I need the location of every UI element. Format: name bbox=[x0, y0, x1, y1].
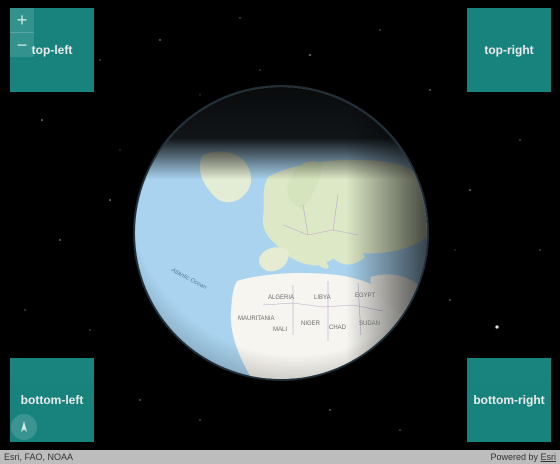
corner-label-top-left: top-left bbox=[31, 43, 73, 57]
corner-label-top-right: top-right bbox=[484, 43, 534, 57]
attribution-bar: Esri, FAO, NOAA Powered by Esri bbox=[0, 450, 560, 464]
compass-icon bbox=[21, 421, 27, 432]
chad-label: CHAD bbox=[329, 325, 347, 331]
zoom-out-button[interactable]: − bbox=[10, 32, 34, 57]
esri-link[interactable]: Esri bbox=[541, 452, 557, 462]
niger-label: NIGER bbox=[301, 321, 321, 327]
corner-label-bottom-right: bottom-right bbox=[473, 393, 545, 407]
libya-label: LIBYA bbox=[314, 295, 331, 301]
zoom-in-button[interactable]: + bbox=[10, 8, 34, 32]
map-view[interactable]: Atlantic Ocean ALGERIA LIBYA EGYPT MAURI… bbox=[0, 0, 560, 464]
attribution-sources[interactable]: Esri, FAO, NOAA bbox=[4, 450, 73, 464]
compass-button[interactable] bbox=[11, 414, 37, 440]
mali-label: MALI bbox=[273, 327, 287, 333]
sudan-label: SUDAN bbox=[359, 321, 380, 327]
corner-panel-top-right: top-right bbox=[467, 8, 551, 92]
powered-by: Powered by Esri bbox=[490, 450, 556, 464]
egypt-label: EGYPT bbox=[355, 293, 376, 299]
algeria-label: ALGERIA bbox=[268, 295, 294, 301]
globe[interactable]: Atlantic Ocean ALGERIA LIBYA EGYPT MAURI… bbox=[133, 85, 429, 381]
corner-panel-bottom-right: bottom-right bbox=[467, 358, 551, 442]
powered-by-prefix: Powered by bbox=[490, 452, 541, 462]
mauritania-label: MAURITANIA bbox=[238, 316, 275, 322]
zoom-controls: + − bbox=[10, 8, 34, 57]
corner-label-bottom-left: bottom-left bbox=[20, 393, 84, 407]
